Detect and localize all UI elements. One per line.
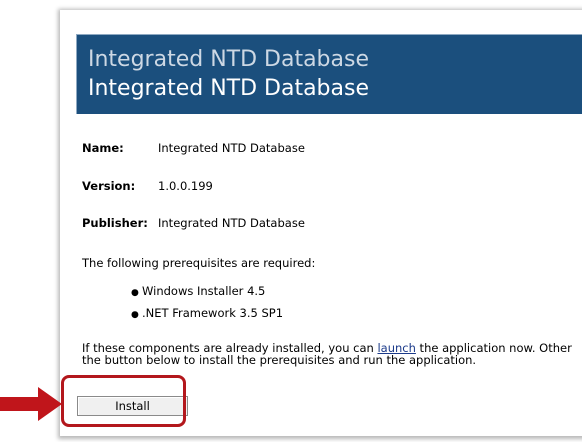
name-value: Integrated NTD Database bbox=[158, 141, 305, 155]
launch-instructions: If these components are already installe… bbox=[82, 342, 582, 366]
app-header-banner: Integrated NTD Database Integrated NTD D… bbox=[76, 34, 582, 114]
version-label: Version: bbox=[82, 179, 136, 193]
version-value: 1.0.0.199 bbox=[158, 179, 213, 193]
app-title-line-1: Integrated NTD Database bbox=[88, 47, 370, 72]
list-item: ● Windows Installer 4.5 bbox=[131, 285, 283, 307]
arrow-right-icon bbox=[0, 387, 62, 421]
bullet-icon: ● bbox=[131, 310, 139, 320]
bullet-icon: ● bbox=[131, 288, 139, 298]
prerequisite-label: Windows Installer 4.5 bbox=[142, 284, 266, 298]
app-title-line-2: Integrated NTD Database bbox=[88, 76, 370, 101]
name-label: Name: bbox=[82, 141, 124, 155]
install-highlight-box bbox=[61, 375, 186, 427]
launch-text-line-2: the button below to install the prerequi… bbox=[82, 353, 477, 367]
prerequisites-list: ● Windows Installer 4.5 ● .NET Framework 3… bbox=[131, 285, 283, 329]
prerequisites-intro: The following prerequisites are required… bbox=[82, 256, 316, 270]
publisher-label: Publisher: bbox=[82, 216, 148, 230]
publisher-value: Integrated NTD Database bbox=[158, 216, 305, 230]
prerequisite-label: .NET Framework 3.5 SP1 bbox=[142, 306, 284, 320]
installer-page: Integrated NTD Database Integrated NTD D… bbox=[60, 10, 582, 436]
list-item: ● .NET Framework 3.5 SP1 bbox=[131, 307, 283, 329]
